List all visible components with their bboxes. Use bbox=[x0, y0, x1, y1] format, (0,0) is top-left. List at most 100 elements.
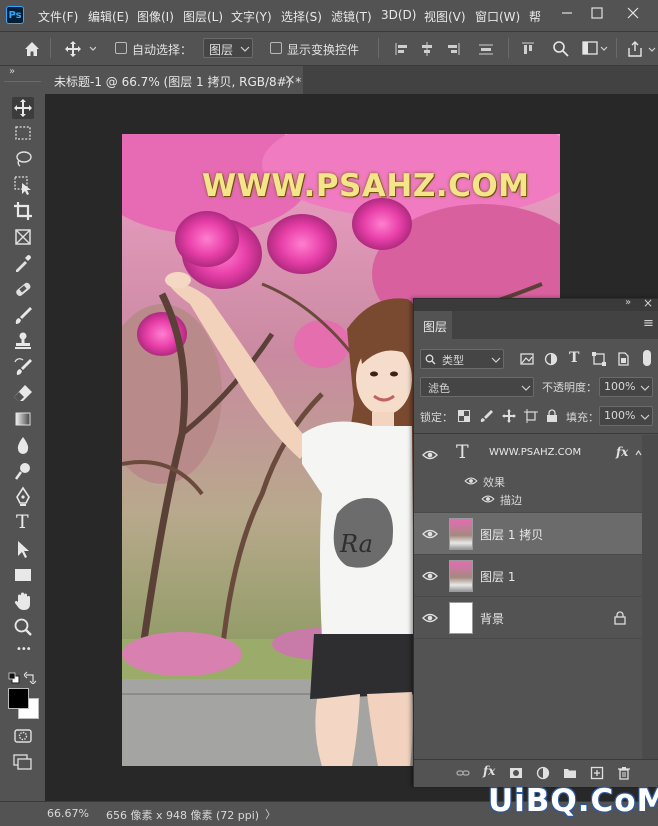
rectangle-tool[interactable] bbox=[12, 564, 34, 586]
pen-tool[interactable] bbox=[12, 486, 34, 508]
layer-row-text[interactable]: T WWW.PSAHZ.COM fx 效果 描边 bbox=[414, 435, 642, 513]
align-horizontal-center-icon[interactable] bbox=[420, 42, 434, 56]
toolbar-collapse-icon[interactable]: » bbox=[9, 66, 15, 77]
menu-bar: Ps 文件(F) 编辑(E) 图像(I) 图层(L) 文字(Y) 选择(S) 滤… bbox=[0, 0, 658, 32]
layer-row-background[interactable]: 背景 bbox=[414, 597, 642, 639]
swap-colors-icon[interactable] bbox=[24, 671, 37, 684]
blend-mode-dropdown[interactable]: 滤色 bbox=[420, 377, 534, 397]
add-style-icon[interactable]: fx bbox=[483, 764, 495, 778]
panel-menu-icon[interactable]: ≡ bbox=[643, 316, 654, 331]
menu-window[interactable]: 窗口(W) bbox=[475, 8, 520, 25]
workspace-icon[interactable] bbox=[582, 40, 608, 58]
document-tab[interactable]: 未标题-1 @ 66.7% (图层 1 拷贝, RGB/8#) * × bbox=[45, 66, 303, 94]
object-selection-tool[interactable] bbox=[12, 174, 34, 196]
chevron-up-icon[interactable] bbox=[635, 449, 642, 457]
lasso-tool[interactable] bbox=[12, 148, 34, 170]
align-left-icon[interactable] bbox=[395, 42, 409, 56]
frame-tool[interactable] bbox=[12, 226, 34, 248]
eraser-tool[interactable] bbox=[12, 382, 34, 404]
align-top-icon[interactable] bbox=[521, 42, 535, 56]
default-colors-icon[interactable] bbox=[8, 672, 20, 684]
gradient-tool[interactable] bbox=[12, 408, 34, 430]
lock-transparent-pixels-icon[interactable] bbox=[458, 410, 470, 422]
eye-icon[interactable] bbox=[422, 449, 438, 461]
type-filter-icon[interactable]: T bbox=[569, 350, 579, 366]
fill-field[interactable]: 100% bbox=[599, 406, 653, 426]
screen-mode-tool[interactable] bbox=[12, 751, 34, 773]
brush-tool[interactable] bbox=[12, 304, 34, 326]
new-layer-icon[interactable] bbox=[590, 766, 604, 780]
lock-all-icon[interactable] bbox=[546, 409, 558, 423]
healing-brush-tool[interactable] bbox=[12, 278, 34, 300]
menu-view[interactable]: 视图(V) bbox=[424, 8, 466, 25]
move-tool-preset[interactable] bbox=[64, 39, 97, 62]
menu-layer[interactable]: 图层(L) bbox=[183, 8, 223, 25]
add-mask-icon[interactable] bbox=[509, 766, 523, 780]
layer-row-layer1[interactable]: 图层 1 bbox=[414, 555, 642, 597]
close-window-button[interactable] bbox=[622, 2, 644, 24]
opacity-field[interactable]: 100% bbox=[599, 377, 653, 397]
eye-icon[interactable] bbox=[481, 494, 495, 504]
path-selection-tool[interactable] bbox=[12, 538, 34, 560]
blur-tool[interactable] bbox=[12, 434, 34, 456]
distribute-icon[interactable] bbox=[479, 42, 493, 56]
menu-select[interactable]: 选择(S) bbox=[281, 8, 322, 25]
search-icon[interactable] bbox=[552, 40, 570, 58]
new-group-icon[interactable] bbox=[563, 766, 577, 780]
new-adjustment-layer-icon[interactable] bbox=[536, 766, 550, 780]
smart-object-filter-icon[interactable] bbox=[616, 352, 630, 366]
restore-button[interactable] bbox=[586, 2, 608, 24]
link-layers-icon[interactable] bbox=[456, 766, 470, 780]
layer-row-copy[interactable]: 图层 1 拷贝 bbox=[414, 513, 642, 555]
eyedropper-tool[interactable] bbox=[12, 252, 34, 274]
menu-file[interactable]: 文件(F) bbox=[38, 8, 78, 25]
menu-image[interactable]: 图像(I) bbox=[137, 8, 174, 25]
pixel-filter-icon[interactable] bbox=[520, 352, 534, 366]
dodge-tool[interactable] bbox=[12, 460, 34, 482]
close-tab-icon[interactable]: × bbox=[284, 72, 296, 88]
shape-filter-icon[interactable] bbox=[592, 352, 606, 366]
lock-image-pixels-icon[interactable] bbox=[480, 409, 494, 423]
move-tool[interactable] bbox=[12, 97, 34, 119]
panel-close-icon[interactable]: × bbox=[643, 296, 653, 310]
eye-icon[interactable] bbox=[464, 476, 478, 486]
menu-3d[interactable]: 3D(D) bbox=[381, 8, 416, 22]
tab-layers[interactable]: 图层 bbox=[414, 311, 452, 339]
foreground-color-swatch[interactable] bbox=[8, 688, 29, 709]
auto-select-target-dropdown[interactable]: 图层 bbox=[203, 38, 253, 58]
layers-scrollbar[interactable] bbox=[642, 435, 658, 760]
zoom-level[interactable]: 66.67% bbox=[47, 807, 89, 820]
adjustment-filter-icon[interactable] bbox=[544, 352, 558, 366]
hand-tool[interactable] bbox=[12, 590, 34, 612]
auto-select-checkbox[interactable] bbox=[115, 42, 127, 54]
type-tool[interactable]: T bbox=[12, 511, 34, 534]
menu-help[interactable]: 帮 bbox=[529, 8, 541, 25]
fx-icon[interactable]: fx bbox=[616, 445, 628, 459]
menu-type[interactable]: 文字(Y) bbox=[231, 8, 272, 25]
filter-toggle[interactable] bbox=[643, 350, 651, 366]
share-icon[interactable] bbox=[626, 40, 644, 58]
chevron-down-icon[interactable] bbox=[648, 46, 656, 54]
eye-icon[interactable] bbox=[422, 612, 438, 624]
lock-position-icon[interactable] bbox=[502, 409, 516, 423]
eye-icon[interactable] bbox=[422, 570, 438, 582]
panel-collapse-icon[interactable]: » bbox=[625, 297, 631, 308]
delete-layer-icon[interactable] bbox=[617, 766, 631, 780]
status-menu-arrow-icon[interactable]: 〉 bbox=[265, 806, 276, 822]
show-transform-checkbox[interactable] bbox=[270, 42, 282, 54]
home-button[interactable] bbox=[22, 39, 42, 62]
menu-edit[interactable]: 编辑(E) bbox=[88, 8, 129, 25]
menu-filter[interactable]: 滤镜(T) bbox=[331, 8, 372, 25]
minimize-button[interactable] bbox=[556, 2, 578, 24]
history-brush-tool[interactable] bbox=[12, 356, 34, 378]
zoom-tool[interactable] bbox=[12, 616, 34, 638]
crop-tool[interactable] bbox=[12, 200, 34, 222]
clone-stamp-tool[interactable] bbox=[12, 330, 34, 352]
align-right-icon[interactable] bbox=[446, 42, 460, 56]
more-tools[interactable]: ••• bbox=[12, 642, 34, 664]
quick-mask-tool[interactable] bbox=[12, 725, 34, 747]
marquee-tool[interactable] bbox=[12, 122, 34, 144]
eye-icon[interactable] bbox=[422, 528, 438, 540]
lock-artboard-icon[interactable] bbox=[524, 409, 538, 423]
layer-filter-dropdown[interactable]: 类型 bbox=[420, 349, 504, 369]
